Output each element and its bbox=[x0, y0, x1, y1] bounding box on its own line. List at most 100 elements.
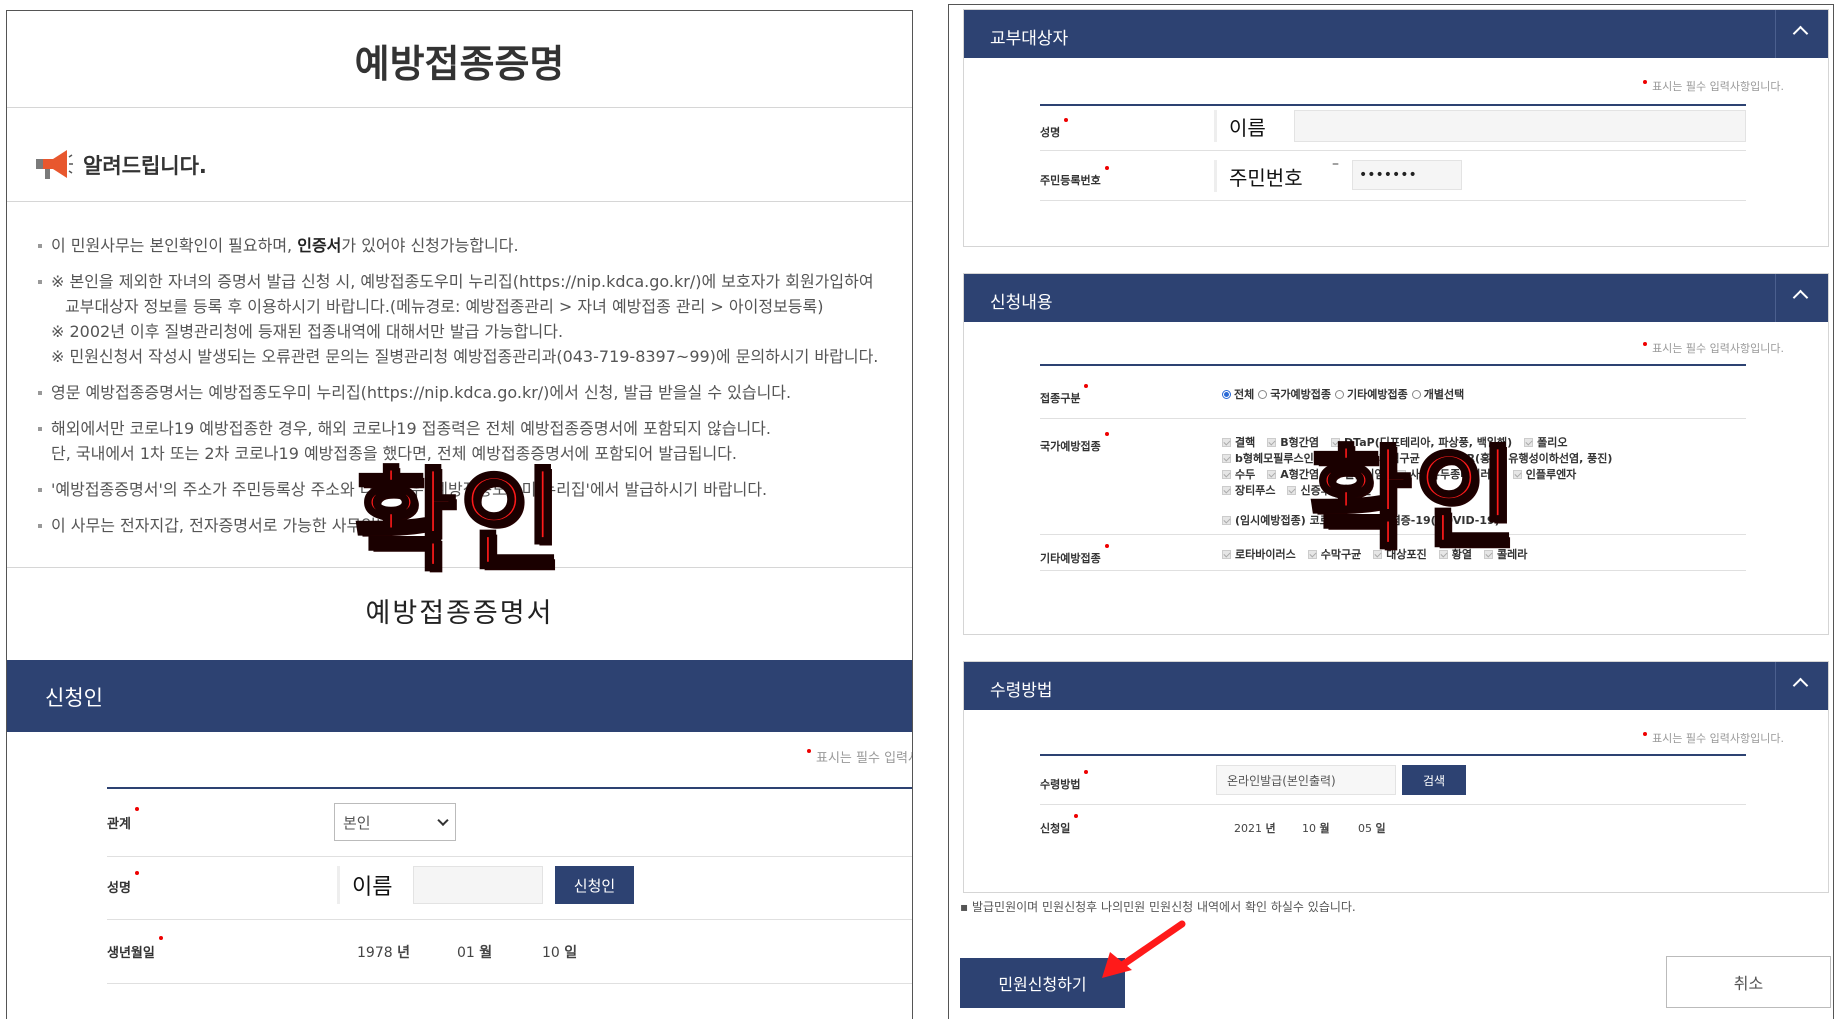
section-title: 교부대상자 bbox=[990, 29, 1069, 49]
bottom-note: ▪ 발급민원이며 민원신청후 나의민원 민원신청 내역에서 확인 하실수 있습니… bbox=[960, 900, 1356, 914]
section-title: 수령방법 bbox=[990, 681, 1053, 701]
checkbox-bcg[interactable]: 결핵 bbox=[1222, 434, 1255, 450]
checkbox-icon bbox=[1222, 485, 1231, 495]
row-divider bbox=[1040, 418, 1746, 419]
applicant-section-header: 신청인 bbox=[7, 660, 912, 732]
row-divider bbox=[107, 856, 912, 857]
recipient-name-text: 이름 bbox=[1214, 110, 1276, 142]
divider bbox=[1775, 274, 1776, 322]
request-section-header[interactable]: 신청내용 bbox=[964, 274, 1828, 322]
applicant-button[interactable]: 신청인 bbox=[555, 866, 634, 904]
required-dot-icon bbox=[1643, 80, 1648, 84]
page-title: 예방접종증명 bbox=[354, 42, 565, 86]
cancel-button[interactable]: 취소 bbox=[1666, 956, 1831, 1008]
radio-all[interactable]: 전체 bbox=[1222, 386, 1254, 402]
checkbox-influenza[interactable]: 인플루엔자 bbox=[1512, 466, 1576, 482]
notice-item: 영문 예방접종증명서는 예방접종도우미 누리집(https://nip.kdca… bbox=[35, 380, 907, 405]
request-date-label: 신청일 bbox=[1040, 814, 1079, 835]
birth-year: 1978 년 bbox=[357, 945, 410, 961]
rrn-back-input[interactable]: ••••••• bbox=[1352, 160, 1462, 190]
divider bbox=[1775, 662, 1776, 710]
divider bbox=[7, 107, 912, 108]
checkbox-icon bbox=[1222, 469, 1231, 479]
notice-item: ※ 본인을 제외한 자녀의 증명서 발급 신청 시, 예방접종도우미 누리집(h… bbox=[35, 269, 907, 369]
request-month: 10 월 bbox=[1302, 822, 1330, 835]
receipt-section-header[interactable]: 수령방법 bbox=[964, 662, 1828, 710]
recipient-section-header[interactable]: 교부대상자 bbox=[964, 10, 1828, 58]
checkbox-polio[interactable]: 폴리오 bbox=[1524, 434, 1567, 450]
receipt-method-input[interactable]: 온라인발급(본인출력) bbox=[1216, 765, 1396, 795]
checkbox-varicella[interactable]: 수두 bbox=[1222, 466, 1255, 482]
megaphone-icon bbox=[36, 150, 73, 179]
row-divider bbox=[1040, 200, 1746, 201]
national-vaccine-label: 국가예방접종 bbox=[1040, 432, 1109, 453]
notice-item: 이 민원사무는 본인확인이 필요하며, 인증서가 있어야 신청가능합니다. bbox=[35, 233, 907, 258]
certificate-emphasis: 인증서 bbox=[297, 236, 342, 255]
checkbox-icon bbox=[1267, 437, 1277, 447]
checkbox-icon bbox=[1222, 515, 1231, 525]
relation-select[interactable]: 본인 bbox=[334, 803, 456, 841]
checkbox-icon bbox=[1222, 453, 1231, 463]
divider bbox=[1775, 10, 1776, 58]
confirm-stamp-right: 확인 bbox=[1308, 435, 1521, 563]
form-top-border bbox=[1040, 754, 1746, 756]
chevron-up-icon[interactable] bbox=[1792, 289, 1809, 306]
checkbox-icon bbox=[1267, 469, 1277, 479]
recipient-section: 교부대상자 표시는 필수 입력사항입니다. 성명 이름 주민등록번호 주민번호 … bbox=[963, 9, 1829, 247]
row-divider bbox=[1040, 570, 1746, 571]
radio-other[interactable]: 기타예방접종 bbox=[1334, 386, 1408, 402]
chevron-up-icon[interactable] bbox=[1792, 677, 1809, 694]
required-dot-icon bbox=[1643, 342, 1648, 346]
form-top-border bbox=[107, 787, 912, 789]
checkbox-icon bbox=[1287, 485, 1297, 495]
required-note: 표시는 필수 입력사항입니다. bbox=[1643, 78, 1784, 94]
rrn-dash: – bbox=[1332, 156, 1339, 172]
form-top-border bbox=[1040, 104, 1746, 106]
checkbox-rotavirus[interactable]: 로타바이러스 bbox=[1222, 546, 1296, 562]
row-divider bbox=[1040, 804, 1746, 805]
chevron-up-icon[interactable] bbox=[1792, 25, 1809, 42]
rrn-label: 주민등록번호 bbox=[1040, 166, 1109, 187]
birth-day: 10 일 bbox=[542, 945, 578, 961]
vaccine-type-radios: 전체 국가예방접종 기타예방접종 개별선택 bbox=[1222, 386, 1468, 402]
search-button[interactable]: 검색 bbox=[1402, 765, 1466, 795]
required-note: 표시는 필수 입력사항입니다. bbox=[807, 747, 912, 766]
row-divider bbox=[107, 919, 912, 920]
other-vaccine-label: 기타예방접종 bbox=[1040, 544, 1109, 565]
radio-individual[interactable]: 개별선택 bbox=[1411, 386, 1464, 402]
required-note: 표시는 필수 입력사항입니다. bbox=[1643, 340, 1784, 356]
notice-heading: 알려드립니다. bbox=[33, 147, 207, 183]
form-top-border bbox=[1040, 364, 1746, 366]
section-title: 신청내용 bbox=[990, 293, 1053, 313]
name-input[interactable] bbox=[413, 866, 543, 904]
radio-icon bbox=[1411, 389, 1421, 399]
checkbox-icon bbox=[1524, 437, 1534, 447]
name-label: 성명 bbox=[107, 871, 139, 896]
receipt-section: 수령방법 표시는 필수 입력사항입니다. 수령방법 온라인발급(본인출력) 검색… bbox=[963, 661, 1829, 893]
required-dot-icon bbox=[807, 749, 811, 753]
row-divider bbox=[107, 983, 912, 984]
name-text: 이름 bbox=[337, 866, 409, 904]
vaccine-type-label: 접종구분 bbox=[1040, 384, 1090, 405]
chevron-down-icon bbox=[437, 814, 449, 827]
row-divider bbox=[1040, 150, 1746, 151]
arrow-icon bbox=[1102, 920, 1186, 978]
radio-national[interactable]: 국가예방접종 bbox=[1258, 386, 1331, 402]
birth-label: 생년월일 bbox=[107, 936, 163, 961]
divider bbox=[7, 201, 912, 202]
request-year: 2021 년 bbox=[1234, 822, 1276, 835]
radio-icon bbox=[1258, 389, 1268, 399]
relation-label: 관계 bbox=[107, 807, 139, 832]
checkbox-typhoid[interactable]: 장티푸스 bbox=[1222, 482, 1275, 498]
recipient-name-input[interactable] bbox=[1294, 110, 1746, 142]
radio-icon bbox=[1334, 389, 1344, 399]
radio-icon bbox=[1222, 389, 1231, 399]
checkbox-icon bbox=[1222, 437, 1231, 447]
receipt-method-label: 수령방법 bbox=[1040, 770, 1090, 791]
birth-month: 01 월 bbox=[457, 945, 493, 961]
request-day: 05 일 bbox=[1358, 822, 1386, 835]
confirm-stamp-left: 확인 bbox=[353, 457, 566, 585]
required-dot-icon bbox=[1643, 732, 1648, 736]
rrn-front-text: 주민번호 bbox=[1214, 160, 1320, 192]
checkbox-icon bbox=[1222, 549, 1231, 559]
